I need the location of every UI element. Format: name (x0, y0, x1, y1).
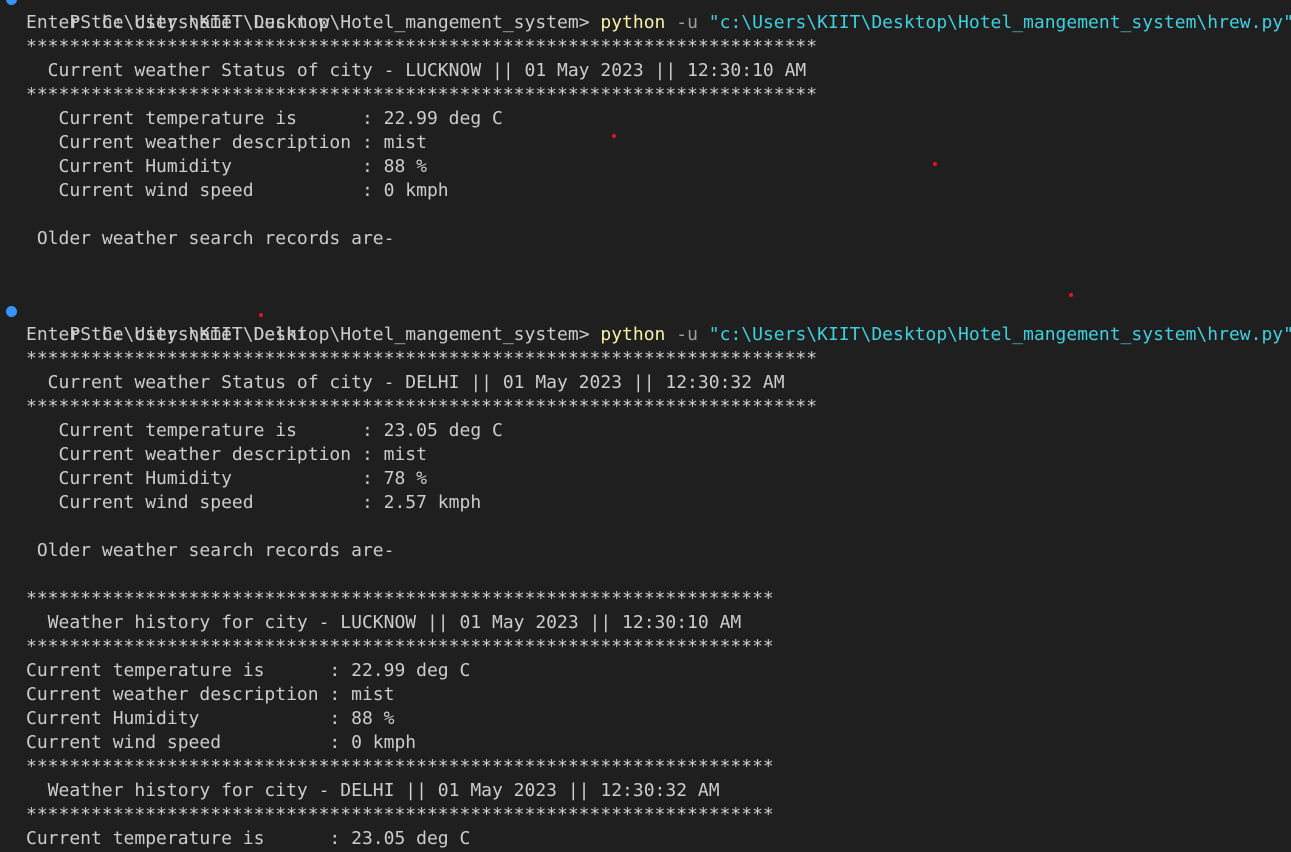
weather-status-header: Current weather Status of city - DELHI |… (26, 372, 785, 393)
history-header-lucknow: Weather history for city - LUCKNOW || 01… (26, 612, 742, 633)
city-input-line: Enter the city name: Delhi (26, 324, 308, 345)
command-line-2: PS C:\Users\KIIT\Desktop\Hotel_mangement… (0, 299, 1291, 345)
older-records-label: Older weather search records are- (26, 540, 395, 561)
history-header-delhi: Weather history for city - DELHI || 01 M… (26, 780, 720, 801)
history-separator: ****************************************… (26, 588, 774, 609)
separator-line: ****************************************… (26, 84, 818, 105)
weather-row-temperature: Current temperature is : 22.99 deg C (26, 108, 503, 129)
weather-row-description: Current weather description : mist (26, 444, 427, 465)
history-row-temperature: Current temperature is : 23.05 deg C (26, 828, 471, 849)
stray-mark (612, 134, 616, 138)
stray-mark (259, 313, 263, 317)
history-row-description: Current weather description : mist (26, 684, 395, 705)
separator-line: ****************************************… (26, 36, 818, 57)
terminal-output[interactable]: PS C:\Users\KIIT\Desktop\Hotel_mangement… (0, 0, 1291, 851)
separator-line: ****************************************… (26, 396, 818, 417)
separator-line: ****************************************… (26, 348, 818, 369)
history-separator: ****************************************… (26, 636, 774, 657)
history-row-temperature: Current temperature is : 22.99 deg C (26, 660, 471, 681)
weather-row-wind: Current wind speed : 0 kmph (26, 180, 449, 201)
command-status-dot-icon[interactable] (6, 0, 17, 5)
history-separator: ****************************************… (26, 756, 774, 777)
city-input-line: Enter the city name: Lucknow (26, 12, 330, 33)
weather-status-header: Current weather Status of city - LUCKNOW… (26, 60, 807, 81)
stray-mark (1069, 293, 1073, 297)
history-row-wind: Current wind speed : 0 kmph (26, 732, 417, 753)
history-row-humidity: Current Humidity : 88 % (26, 708, 395, 729)
history-separator: ****************************************… (26, 804, 774, 825)
stray-mark (933, 162, 937, 166)
weather-row-temperature: Current temperature is : 23.05 deg C (26, 420, 503, 441)
command-status-dot-icon[interactable] (6, 306, 17, 317)
weather-row-wind: Current wind speed : 2.57 kmph (26, 492, 482, 513)
older-records-label: Older weather search records are- (26, 228, 395, 249)
weather-row-humidity: Current Humidity : 78 % (26, 468, 427, 489)
weather-row-description: Current weather description : mist (26, 132, 427, 153)
weather-row-humidity: Current Humidity : 88 % (26, 156, 427, 177)
command-line-1: PS C:\Users\KIIT\Desktop\Hotel_mangement… (0, 0, 1291, 33)
